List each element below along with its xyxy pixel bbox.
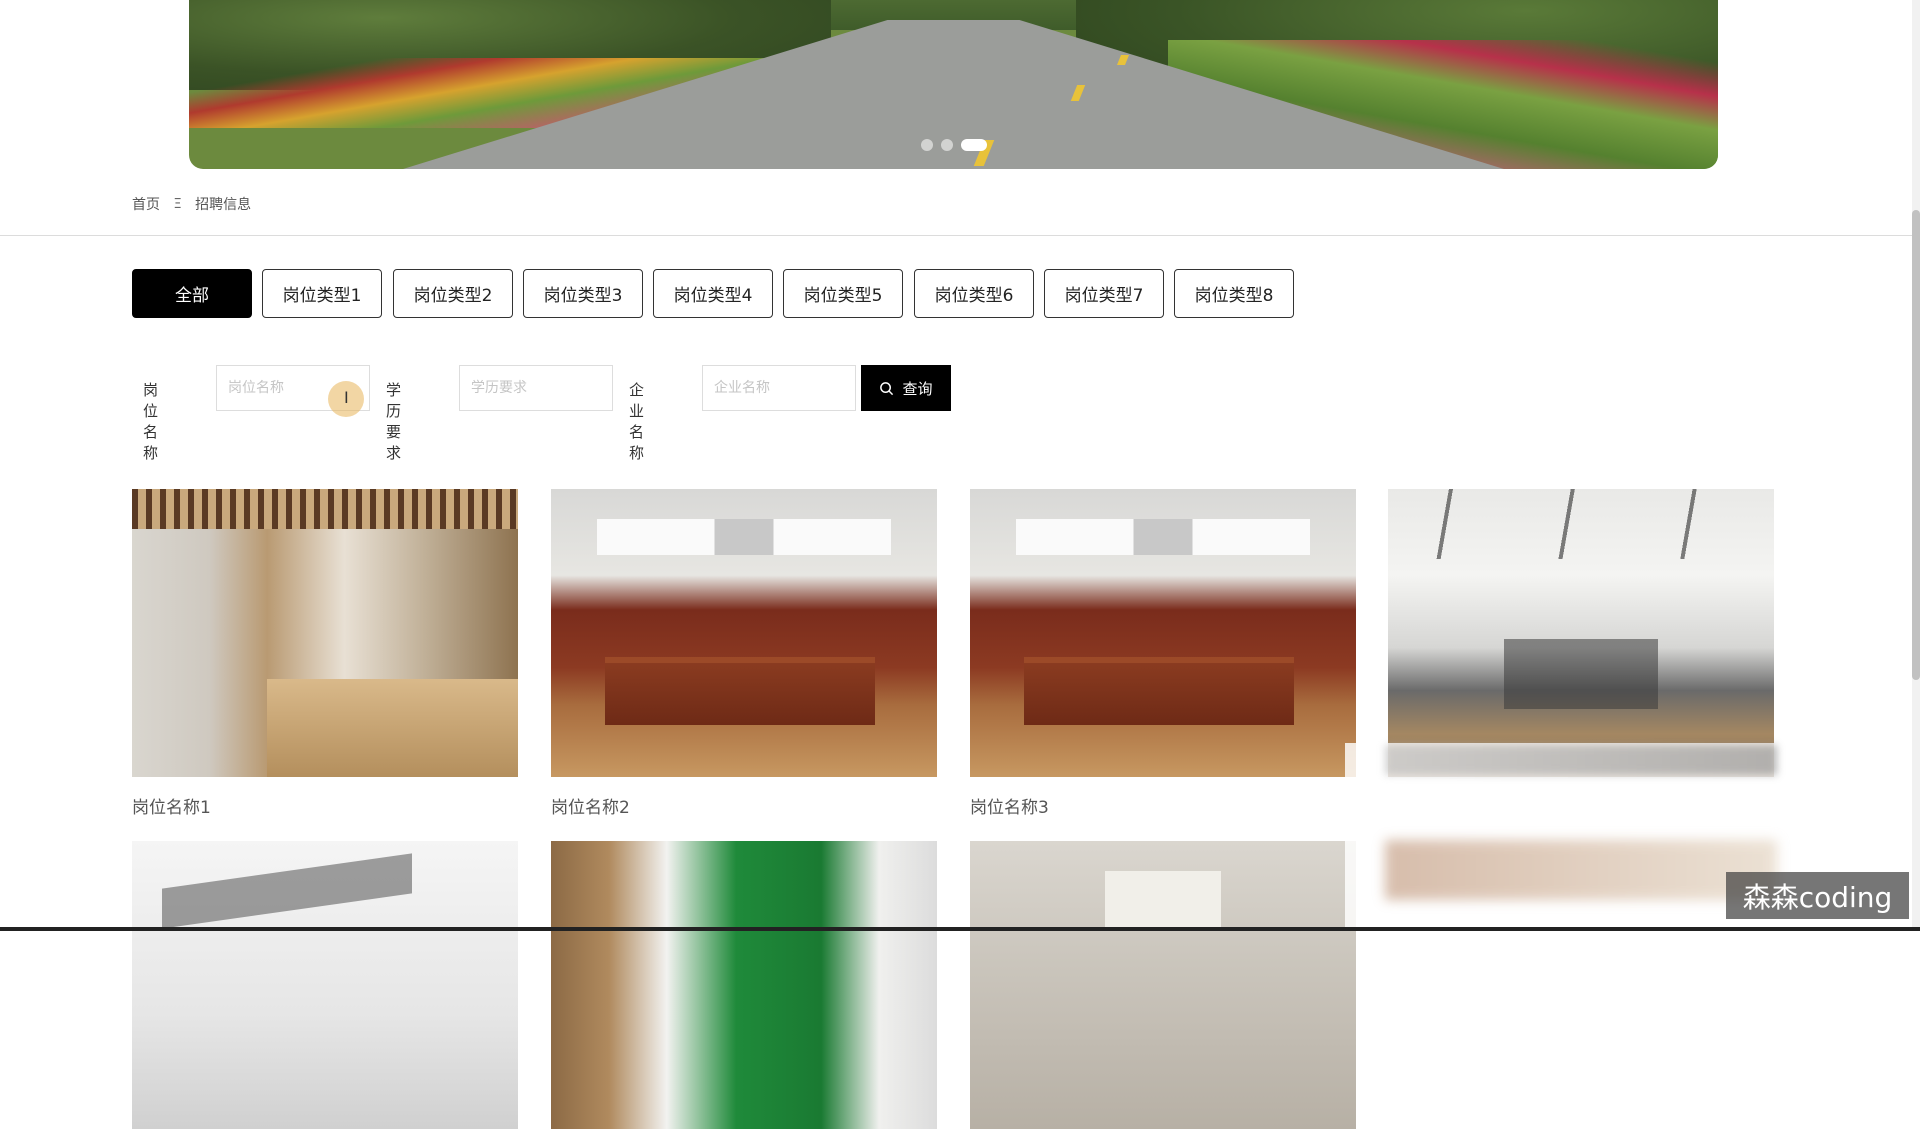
search-button-label: 查询 <box>902 379 933 398</box>
job-card[interactable] <box>970 841 1356 1129</box>
watermark: 森森coding <box>1726 872 1909 919</box>
job-image[interactable] <box>1388 489 1774 777</box>
text-cursor-icon: I <box>344 388 349 407</box>
carousel-dot-3[interactable] <box>960 139 987 151</box>
job-image[interactable] <box>970 841 1356 1129</box>
tab-type-3[interactable]: 岗位类型3 <box>523 269 643 318</box>
bottom-border <box>0 927 1920 931</box>
breadcrumb: 首页 Ξ 招聘信息 <box>132 194 251 214</box>
company-name-input[interactable] <box>702 365 856 411</box>
education-input[interactable] <box>459 365 613 411</box>
job-name[interactable]: 岗位名称2 <box>551 793 937 818</box>
job-image[interactable] <box>551 489 937 777</box>
job-card[interactable]: 岗位名称1 <box>132 489 518 818</box>
tab-type-2[interactable]: 岗位类型2 <box>393 269 513 318</box>
scrollbar-thumb[interactable] <box>1912 210 1920 680</box>
job-name-label: 岗位名称 <box>143 381 159 462</box>
tab-all[interactable]: 全部 <box>132 269 252 318</box>
job-card[interactable]: 岗位名称3 <box>970 489 1356 818</box>
header-divider <box>0 235 1912 236</box>
job-image[interactable] <box>551 841 937 1129</box>
job-name[interactable]: 岗位名称3 <box>970 793 1356 818</box>
breadcrumb-current: 招聘信息 <box>195 197 252 213</box>
search-icon <box>880 381 894 395</box>
breadcrumb-home[interactable]: 首页 <box>132 197 160 213</box>
banner-carousel[interactable] <box>189 0 1718 169</box>
tab-type-4[interactable]: 岗位类型4 <box>653 269 773 318</box>
carousel-indicators <box>189 139 1718 151</box>
breadcrumb-separator-icon: Ξ <box>173 196 182 212</box>
job-image[interactable] <box>970 489 1356 777</box>
tab-type-6[interactable]: 岗位类型6 <box>914 269 1034 318</box>
tab-type-8[interactable]: 岗位类型8 <box>1174 269 1294 318</box>
blur-overlay-bar <box>1385 745 1777 775</box>
job-card[interactable]: 岗位名称2 <box>551 489 937 818</box>
job-card[interactable] <box>132 841 518 1129</box>
carousel-dot-1[interactable] <box>920 139 933 151</box>
job-card[interactable] <box>551 841 937 1129</box>
job-image[interactable] <box>132 841 518 1129</box>
education-label: 学历要求 <box>386 381 402 462</box>
job-image[interactable] <box>132 489 518 777</box>
company-name-label: 企业名称 <box>629 381 645 462</box>
carousel-dot-2[interactable] <box>940 139 953 151</box>
search-button[interactable]: 查询 <box>861 365 951 411</box>
tab-type-5[interactable]: 岗位类型5 <box>783 269 903 318</box>
tab-type-7[interactable]: 岗位类型7 <box>1044 269 1164 318</box>
tab-type-1[interactable]: 岗位类型1 <box>262 269 382 318</box>
job-name[interactable]: 岗位名称1 <box>132 793 518 818</box>
blur-overlay-bar <box>1385 840 1777 900</box>
